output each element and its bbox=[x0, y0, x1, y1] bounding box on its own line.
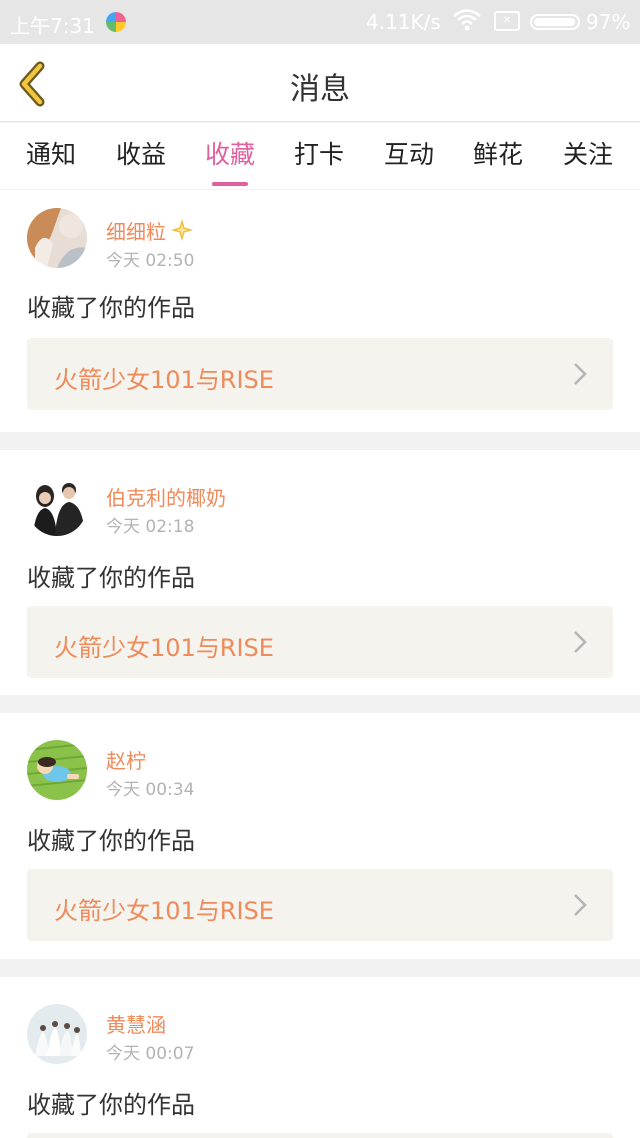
status-time: 上午7:31 bbox=[10, 14, 95, 38]
work-link[interactable]: 火箭少女101与RISE bbox=[27, 338, 613, 410]
work-link[interactable] bbox=[27, 1133, 613, 1138]
message-text: 收藏了你的作品 bbox=[27, 827, 195, 855]
tab-interactions[interactable]: 互动 bbox=[369, 135, 449, 171]
avatar[interactable] bbox=[27, 1004, 87, 1064]
avatar[interactable] bbox=[27, 476, 87, 536]
username[interactable]: 黄慧涵 bbox=[106, 1009, 166, 1038]
battery-percent: 97% bbox=[586, 10, 631, 34]
tab-label: 收藏 bbox=[204, 140, 255, 169]
app-notification-icon bbox=[106, 12, 126, 32]
message-time: 今天 02:18 bbox=[106, 517, 195, 537]
username[interactable]: 细细粒 bbox=[106, 216, 166, 245]
avatar[interactable] bbox=[27, 740, 87, 800]
wifi-icon bbox=[452, 8, 482, 37]
message-text: 收藏了你的作品 bbox=[27, 1091, 195, 1119]
username[interactable]: 赵柠 bbox=[106, 745, 146, 774]
work-title: 火箭少女101与RISE bbox=[54, 634, 274, 662]
tab-bar: 通知 收益 收藏 打卡 互动 鲜花 关注 bbox=[0, 123, 640, 189]
active-tab-indicator bbox=[212, 182, 248, 186]
tab-label: 鲜花 bbox=[472, 140, 523, 169]
tab-flowers[interactable]: 鲜花 bbox=[458, 135, 538, 171]
tab-label: 收益 bbox=[115, 140, 166, 169]
message-card: 伯克利的椰奶 今天 02:18 收藏了你的作品 火箭少女101与RISE bbox=[0, 450, 640, 695]
tab-earnings[interactable]: 收益 bbox=[101, 135, 181, 171]
chevron-right-icon bbox=[574, 894, 587, 916]
tab-label: 关注 bbox=[562, 140, 613, 169]
tab-label: 通知 bbox=[25, 140, 76, 169]
tab-notifications[interactable]: 通知 bbox=[11, 135, 91, 171]
message-time: 今天 00:07 bbox=[106, 1044, 195, 1064]
avatar[interactable] bbox=[27, 208, 87, 268]
sparkle-icon bbox=[171, 219, 193, 241]
page-title: 消息 bbox=[290, 72, 350, 107]
tab-checkin[interactable]: 打卡 bbox=[279, 135, 359, 171]
status-bar: 上午7:31 4.11K/s ✕ 97% bbox=[0, 0, 640, 44]
tab-follows[interactable]: 关注 bbox=[548, 135, 628, 171]
work-link[interactable]: 火箭少女101与RISE bbox=[27, 606, 613, 678]
message-card: 赵柠 今天 00:34 收藏了你的作品 火箭少女101与RISE bbox=[0, 713, 640, 959]
sim-icon: ✕ bbox=[494, 11, 520, 31]
message-card: 细细粒 今天 02:50 收藏了你的作品 火箭少女101与RISE bbox=[0, 190, 640, 432]
tab-favorites[interactable]: 收藏 bbox=[190, 135, 270, 186]
username[interactable]: 伯克利的椰奶 bbox=[106, 482, 226, 511]
message-text: 收藏了你的作品 bbox=[27, 564, 195, 592]
work-link[interactable]: 火箭少女101与RISE bbox=[27, 869, 613, 941]
chevron-right-icon bbox=[574, 631, 587, 653]
work-title: 火箭少女101与RISE bbox=[54, 897, 274, 925]
network-speed: 4.11K/s bbox=[366, 10, 441, 34]
work-title: 火箭少女101与RISE bbox=[54, 366, 274, 394]
message-card: 黄慧涵 今天 00:07 收藏了你的作品 bbox=[0, 977, 640, 1138]
tab-label: 互动 bbox=[383, 140, 434, 169]
chevron-right-icon bbox=[574, 363, 587, 385]
battery-icon bbox=[530, 14, 580, 30]
message-text: 收藏了你的作品 bbox=[27, 294, 195, 322]
header-bar: 消息 bbox=[0, 44, 640, 122]
message-time: 今天 02:50 bbox=[106, 251, 195, 271]
message-time: 今天 00:34 bbox=[106, 780, 195, 800]
tab-label: 打卡 bbox=[293, 140, 344, 169]
